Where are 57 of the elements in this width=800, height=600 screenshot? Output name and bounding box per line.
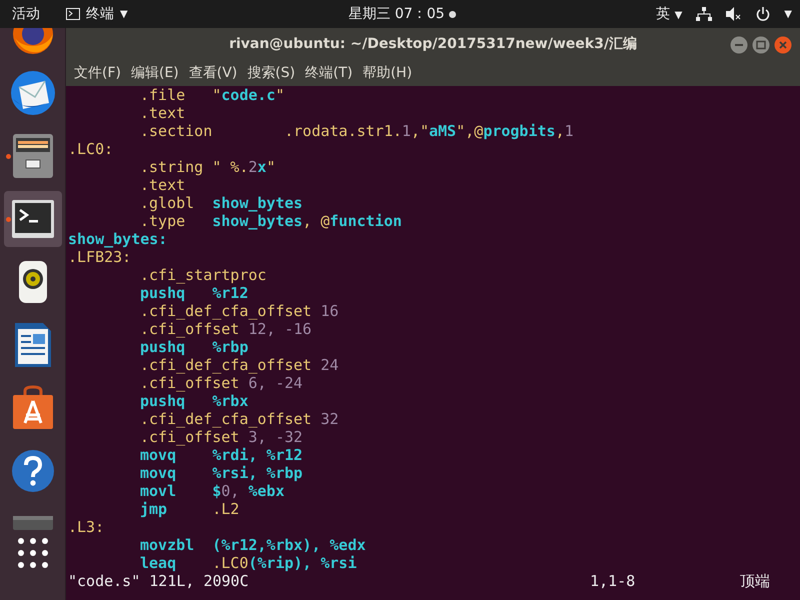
shopping-bag-icon [10, 385, 54, 431]
minimize-button[interactable] [730, 36, 748, 54]
code-line: pushq %rbp [139, 338, 250, 356]
code-line: show_bytes: [68, 230, 168, 248]
clock[interactable]: 星期三 07：05 [348, 5, 445, 23]
menu-item[interactable]: 文件(F) [70, 62, 125, 84]
power-icon[interactable] [756, 7, 770, 21]
terminal-icon [10, 199, 54, 239]
code-line: .cfi_offset 6, -24 [139, 374, 304, 392]
dock-item[interactable] [4, 191, 62, 247]
code-line: .type show_bytes, @function [139, 212, 403, 230]
code-line: .text [139, 104, 186, 122]
cursor-position: 1,1-8 [590, 572, 636, 590]
code-line: .string " %.2x" [139, 158, 276, 176]
code-line: .section .rodata.str1.1,"aMS",@progbits,1 [139, 122, 574, 140]
code-line: .LFB23: [68, 248, 132, 266]
code-line: .cfi_def_cfa_offset 24 [139, 356, 340, 374]
code-line: .file "code.c" [139, 86, 286, 104]
maximize-button[interactable] [752, 36, 770, 54]
mail-icon [8, 69, 56, 117]
scroll-position: 顶端 [740, 572, 771, 590]
code-line: .L3: [68, 518, 106, 536]
terminal-icon [66, 8, 80, 20]
code-line: .cfi_def_cfa_offset 32 [139, 410, 340, 428]
menu-item[interactable]: 查看(V) [184, 62, 242, 84]
code-line: movzbl (%r12,%rbx), %edx [139, 536, 367, 554]
activities-button[interactable]: 活动 [12, 5, 40, 23]
code-line: movq %rsi, %rbp [139, 464, 304, 482]
file-info: "code.s" 121L, 2090C [68, 572, 249, 590]
code-line: .cfi_offset 3, -32 [139, 428, 304, 446]
code-line: movl $0, %ebx [139, 482, 286, 500]
menu-item[interactable]: 搜索(S) [243, 62, 300, 84]
code-line: pushq %rbx [139, 392, 250, 410]
window-title: rivan@ubuntu: ~/Desktop/20175317new/week3/汇编 [229, 35, 637, 53]
help-icon [10, 449, 54, 493]
code-line: pushq %r12 [139, 284, 250, 302]
code-line: .LC0: [68, 140, 114, 158]
menu-item[interactable]: 编辑(E) [126, 62, 183, 84]
system-menu-caret[interactable]: ▼ [784, 8, 792, 20]
menu-item[interactable]: 终端(T) [301, 62, 357, 84]
menu-item[interactable]: 帮助(H) [358, 62, 416, 84]
code-line: .text [139, 176, 186, 194]
code-line: .globl show_bytes [139, 194, 304, 212]
speaker-muted-icon[interactable] [726, 7, 742, 21]
code-line: jmp .L2 [139, 500, 240, 518]
input-method-menu[interactable]: 英 ▼ [656, 5, 682, 23]
code-line: leaq .LC0(%rip), %rsi [139, 554, 358, 572]
code-line: movq %rdi, %r12 [139, 446, 304, 464]
close-button[interactable] [774, 36, 792, 54]
app-menu[interactable]: 终端 ▼ [66, 5, 128, 23]
code-line: .cfi_offset 12, -16 [139, 320, 313, 338]
file-cabinet-icon [10, 132, 54, 180]
document-icon [12, 321, 52, 369]
code-line: .cfi_startproc [139, 266, 268, 284]
network-icon[interactable] [696, 7, 712, 21]
app-grid-icon [16, 537, 48, 569]
code-line: .cfi_def_cfa_offset 16 [139, 302, 340, 320]
